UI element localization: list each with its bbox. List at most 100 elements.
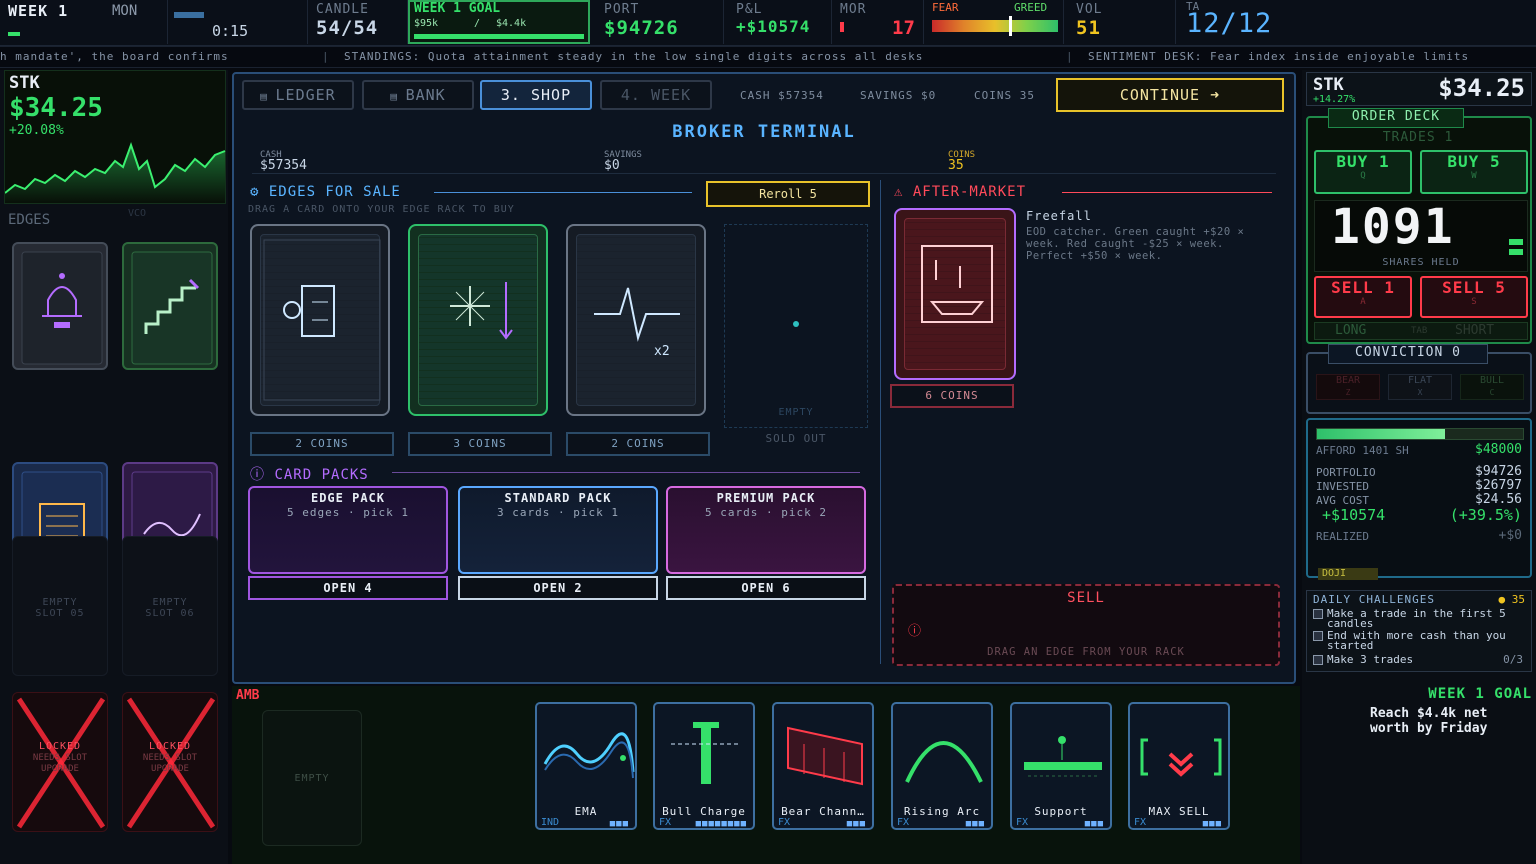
order-deck-title: ORDER DECK	[1328, 108, 1464, 128]
pnl-segment: P&L +$10574	[728, 0, 832, 44]
hand-card-bear-channel[interactable]: Bear Chann… FX ■■■	[772, 702, 874, 830]
mor-segment: MOR 17	[832, 0, 924, 44]
shop-card-2[interactable]	[408, 224, 548, 416]
stock-symbol: STK	[1313, 75, 1344, 95]
hand-card-bull-charge[interactable]: Bull Charge FX ■■■■■■■■	[653, 702, 755, 830]
pack-premium[interactable]: PREMIUM PACK 5 cards · pick 2	[666, 486, 866, 574]
bear-channel-icon	[787, 726, 863, 786]
open-premium-pack-button[interactable]: OPEN 6	[666, 576, 866, 600]
alert-icon: ⓘ	[908, 624, 922, 639]
edge-rack-card-alarm[interactable]	[12, 242, 108, 370]
pack-edge[interactable]: EDGE PACK 5 edges · pick 1	[248, 486, 448, 574]
vol-segment: VOL 51	[1068, 0, 1176, 44]
price-sparkline	[5, 141, 226, 203]
tab-ledger[interactable]: ▤ LEDGER	[242, 80, 354, 110]
hand-card-rising-arc[interactable]: Rising Arc FX ■■■	[891, 702, 993, 830]
terminal-title: BROKER TERMINAL	[672, 122, 856, 142]
locked-label: LOCKED	[148, 741, 192, 752]
pack-standard[interactable]: STANDARD PACK 3 cards · pick 1	[458, 486, 658, 574]
divider	[1062, 192, 1272, 193]
buy-1-button[interactable]: BUY 1 Q	[1314, 150, 1412, 194]
tab-bank[interactable]: ▤ BANK	[362, 80, 474, 110]
hand-card-max-sell[interactable]: MAX SELL FX ■■■	[1128, 702, 1230, 830]
realized-label: REALIZED	[1316, 530, 1369, 543]
empty-hand-slot[interactable]: EMPTY	[262, 710, 362, 846]
gear-icon: ⚙	[250, 184, 269, 200]
conviction-title: CONVICTION 0	[1328, 344, 1488, 364]
position-toggle[interactable]: LONG TAB SHORT	[1314, 322, 1528, 340]
afford-value: $48000	[1475, 442, 1522, 457]
portfolio-value: $94726	[1475, 464, 1522, 479]
edge-rack-card-staircase[interactable]	[122, 242, 218, 370]
open-edge-pack-button[interactable]: OPEN 4	[248, 576, 448, 600]
mor-bar	[840, 22, 844, 32]
ta-segment: TA 12/12	[1176, 0, 1536, 44]
invested-value: $26797	[1475, 478, 1522, 493]
shares-meter	[1509, 239, 1523, 245]
conviction-panel: CONVICTION 0 BEAR Z FLAT X BULL C	[1306, 344, 1532, 414]
tab-key-label: TAB	[1411, 326, 1428, 336]
sold-out-label: SOLD OUT	[765, 432, 827, 445]
continue-button[interactable]: CONTINUE ➜	[1056, 78, 1284, 112]
avg-cost-value: $24.56	[1475, 492, 1522, 507]
mor-value: 17	[892, 17, 915, 39]
unrealized-pnl: +$10574	[1322, 506, 1386, 524]
hand-card-dots: ■■■	[965, 819, 985, 829]
edge-slot-empty-05[interactable]: EMPTY SLOT 05	[12, 536, 108, 676]
flat-button[interactable]: FLAT X	[1388, 374, 1452, 400]
ta-value: 12/12	[1186, 8, 1273, 39]
shop-card-1[interactable]	[250, 224, 390, 416]
after-market-card[interactable]	[894, 208, 1016, 380]
empty-label: EMPTY	[778, 407, 814, 418]
challenges-coins: ● 35	[1498, 593, 1526, 606]
nav-coins: COINS 35	[974, 89, 1035, 102]
challenge-item[interactable]: End with more cash than you started	[1313, 630, 1527, 651]
tab-shop[interactable]: 3. SHOP	[480, 80, 592, 110]
pack-sub: 3 cards · pick 1	[497, 506, 619, 519]
hand-card-dots: ■■■	[1202, 819, 1222, 829]
fear-greed-needle	[1009, 16, 1013, 36]
fear-greed-gauge	[932, 20, 1058, 32]
tab-week[interactable]: 4. WEEK	[600, 80, 712, 110]
support-level-icon	[1024, 736, 1102, 777]
ticker-item: SENTIMENT DESK: Fear index inside enjoya…	[1088, 50, 1470, 63]
reroll-button[interactable]: Reroll 5	[706, 181, 870, 207]
open-standard-pack-button[interactable]: OPEN 2	[458, 576, 658, 600]
sell-drop-zone[interactable]: SELL ⓘ DRAG AN EDGE FROM YOUR RACK	[892, 584, 1280, 666]
unrealized-pnl-pct: (+39.5%)	[1449, 506, 1522, 524]
warning-icon: ⚠	[894, 184, 913, 200]
hand-card-type: FX	[1134, 817, 1147, 828]
bull-charge-icon	[671, 722, 741, 784]
checkbox-icon	[1313, 655, 1323, 665]
afford-label: AFFORD 1401 SH	[1316, 444, 1409, 457]
sell-title: SELL	[1067, 590, 1105, 606]
locked-label: LOCKED	[38, 741, 82, 752]
pack-name: PREMIUM PACK	[716, 491, 816, 505]
sell-1-button[interactable]: SELL 1 A	[1314, 276, 1412, 318]
goal-label: WEEK 1 GOAL	[414, 1, 501, 16]
day-label: MON	[112, 3, 138, 19]
buy-5-button[interactable]: BUY 5 W	[1420, 150, 1528, 194]
after-market-price: 6 COINS	[890, 384, 1014, 408]
challenge-item[interactable]: Make a trade in the first 5 candles	[1313, 608, 1527, 629]
edges-sale-title: ⚙ EDGES FOR SALE	[250, 184, 401, 200]
challenge-item[interactable]: Make 3 trades 0/3	[1313, 653, 1527, 666]
shop-panel: ▤ LEDGER ▤ BANK 3. SHOP 4. WEEK CASH $57…	[232, 72, 1296, 684]
max-sell-icon	[1140, 738, 1222, 777]
sell-hint: DRAG AN EDGE FROM YOUR RACK	[987, 646, 1185, 658]
pack-sub: 5 cards · pick 2	[705, 506, 827, 519]
edge-slot-empty-06[interactable]: EMPTY SLOT 06	[122, 536, 218, 676]
hand-card-ema[interactable]: EMA IND ■■■	[535, 702, 637, 830]
locked-upgrade: UPGRADE	[41, 764, 79, 774]
port-value: $94726	[604, 17, 679, 39]
divider	[392, 472, 860, 473]
multiplier-badge: x2	[654, 344, 670, 359]
shop-card-3[interactable]: x2	[566, 224, 706, 416]
goal-target: $4.4k	[496, 18, 527, 29]
bull-button[interactable]: BULL C	[1460, 374, 1524, 400]
pack-name: EDGE PACK	[310, 491, 386, 505]
hand-card-support[interactable]: Support FX ■■■	[1010, 702, 1112, 830]
bank-icon: ▤	[390, 90, 406, 103]
bear-button[interactable]: BEAR Z	[1316, 374, 1380, 400]
sell-5-button[interactable]: SELL 5 S	[1420, 276, 1528, 318]
